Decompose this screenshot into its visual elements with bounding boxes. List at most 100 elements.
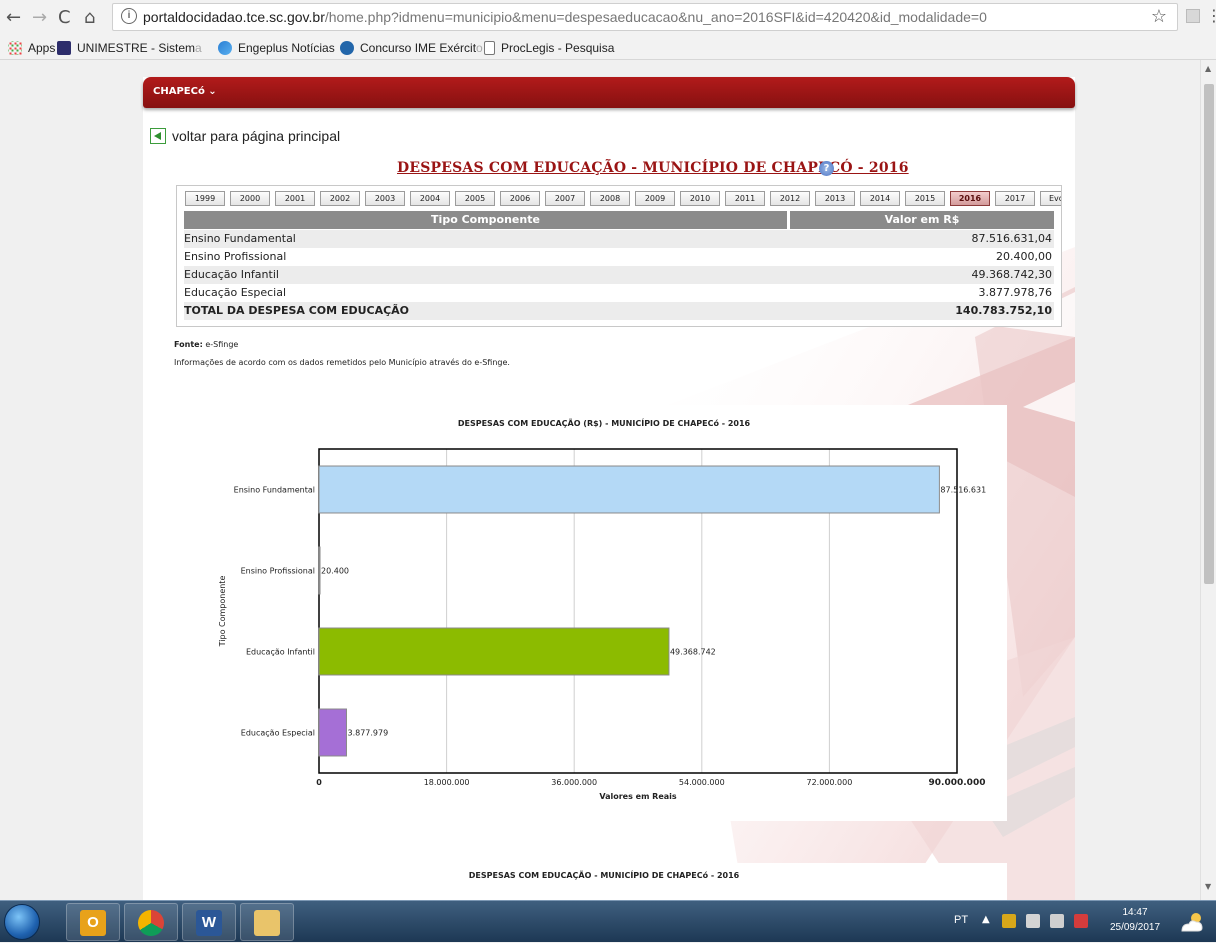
display-icon[interactable]: [1050, 914, 1064, 928]
bookmark-ime[interactable]: Concurso IME Exército: [340, 41, 483, 55]
bookmark-proclegis[interactable]: ProcLegis - Pesquisa: [484, 41, 614, 55]
year-tab-2002[interactable]: 2002: [320, 191, 360, 206]
scrollbar-thumb[interactable]: [1204, 84, 1214, 584]
year-tab-2000[interactable]: 2000: [230, 191, 270, 206]
bookmark-apps[interactable]: Apps: [8, 41, 55, 55]
bookmark-engeplus[interactable]: Engeplus Notícias: [218, 41, 335, 55]
chart-category-label: Ensino Profissional: [241, 567, 315, 576]
back-to-home-link[interactable]: voltar para página principal: [150, 128, 340, 144]
table-row: Educação Infantil 49.368.742,30: [184, 266, 1054, 284]
bookmark-label-fade: o: [476, 41, 483, 55]
cell-valor: 3.877.978,76: [978, 286, 1052, 299]
year-tab-2004[interactable]: 2004: [410, 191, 450, 206]
year-tab-2014[interactable]: 2014: [860, 191, 900, 206]
url-path: /home.php?idmenu=municipio&menu=despesae…: [324, 9, 987, 25]
start-button[interactable]: [4, 904, 40, 940]
weather-icon[interactable]: [1178, 909, 1206, 935]
network-icon[interactable]: [1002, 914, 1016, 928]
browser-menu-icon[interactable]: ⋮: [1206, 6, 1216, 25]
taskbar-chrome[interactable]: [124, 903, 178, 941]
year-tab-2015[interactable]: 2015: [905, 191, 945, 206]
action-center-icon[interactable]: [1074, 914, 1088, 928]
year-tab-2016[interactable]: 2016: [950, 191, 990, 206]
reload-icon[interactable]: C: [58, 6, 71, 30]
taskbar-file-explorer[interactable]: [240, 903, 294, 941]
year-tab-2011[interactable]: 2011: [725, 191, 765, 206]
file-explorer-icon: [254, 910, 280, 936]
year-tab-2001[interactable]: 2001: [275, 191, 315, 206]
source-value: e-Sfinge: [205, 340, 239, 349]
vertical-scrollbar[interactable]: ▲ ▼: [1200, 60, 1216, 900]
year-tab-2013[interactable]: 2013: [815, 191, 855, 206]
year-tab-2005[interactable]: 2005: [455, 191, 495, 206]
back-arrow-icon[interactable]: ←: [6, 6, 21, 30]
chart-x-tick-label: 36.000.000: [551, 778, 597, 787]
chart-x-tick-label: 18.000.000: [424, 778, 470, 787]
url-text[interactable]: portaldocidadao.tce.sc.gov.br/home.php?i…: [143, 9, 987, 25]
extension-icon[interactable]: [1186, 9, 1200, 23]
year-tab-1999[interactable]: 1999: [185, 191, 225, 206]
chrome-icon: [138, 910, 164, 936]
scroll-up-arrow-icon[interactable]: ▲: [1205, 64, 1211, 73]
page-icon: [484, 41, 495, 55]
site-info-icon[interactable]: i: [121, 8, 137, 24]
year-tab-2007[interactable]: 2007: [545, 191, 585, 206]
cell-tipo: Educação Infantil: [184, 268, 279, 281]
year-tab-2010[interactable]: 2010: [680, 191, 720, 206]
table-header: Tipo Componente Valor em R$: [184, 211, 1054, 229]
table-total-row: TOTAL DA DESPESA COM EDUCAÇÃO 140.783.75…: [184, 302, 1054, 320]
municipality-dropdown[interactable]: CHAPECó ⌄: [153, 86, 217, 97]
chart-bar[interactable]: [318, 708, 347, 757]
bookmark-label: ProcLegis - Pesquisa: [501, 41, 615, 55]
bar-chart-card: DESPESAS COM EDUCAÇÃO (R$) - MUNICÍPIO D…: [201, 405, 1007, 821]
forward-arrow-icon[interactable]: →: [32, 6, 47, 30]
year-tab-2012[interactable]: 2012: [770, 191, 810, 206]
chart-x-tick-label: 90.000.000: [929, 778, 986, 788]
volume-muted-icon[interactable]: [1026, 914, 1040, 928]
chart-x-tick-label: 72.000.000: [806, 778, 852, 787]
cell-valor: 20.400,00: [996, 250, 1052, 263]
year-tab-2009[interactable]: 2009: [635, 191, 675, 206]
year-tab-2008[interactable]: 2008: [590, 191, 630, 206]
second-chart-card: DESPESAS COM EDUCAÇÃO - MUNICÍPIO DE CHA…: [201, 863, 1007, 900]
address-bar[interactable]: i portaldocidadao.tce.sc.gov.br/home.php…: [112, 3, 1178, 31]
bookmark-unimestre[interactable]: UNIMESTRE - Sistema: [57, 41, 202, 55]
bookmark-star-icon[interactable]: ☆: [1151, 6, 1167, 27]
chart-bar[interactable]: [318, 546, 321, 595]
help-icon[interactable]: ?: [819, 161, 834, 176]
table-row: Educação Especial 3.877.978,76: [184, 284, 1054, 302]
cell-total-value: 140.783.752,10: [955, 304, 1052, 317]
show-hidden-icons-icon[interactable]: ▲: [982, 914, 990, 925]
page-viewport: CHAPECó ⌄ voltar para página principal D…: [0, 60, 1200, 900]
taskbar-word[interactable]: W: [182, 903, 236, 941]
chart-bar[interactable]: [318, 627, 670, 676]
year-tab-2017[interactable]: 2017: [995, 191, 1035, 206]
browser-toolbar: ← → C ⌂ i portaldocidadao.tce.sc.gov.br/…: [0, 0, 1216, 38]
year-tab-2006[interactable]: 2006: [500, 191, 540, 206]
chart-value-label: 87.516.631: [940, 486, 986, 495]
year-tab-2003[interactable]: 2003: [365, 191, 405, 206]
cell-valor: 87.516.631,04: [971, 232, 1052, 245]
bookmark-label: UNIMESTRE - Sistem: [77, 41, 196, 55]
chart-value-label: 49.368.742: [670, 648, 716, 657]
bar-chart: Ensino Fundamental 87.516.631 Ensino Profi…: [218, 448, 986, 801]
unimestre-icon: [57, 41, 71, 55]
back-link-label: voltar para página principal: [172, 128, 341, 144]
chart-x-axis-title: Valores em Reais: [599, 792, 677, 801]
page-container: CHAPECó ⌄ voltar para página principal D…: [143, 77, 1075, 900]
taskbar-outlook[interactable]: O: [66, 903, 120, 941]
engeplus-icon: [218, 41, 232, 55]
clock-time[interactable]: 14:47: [1110, 907, 1160, 918]
clock-date[interactable]: 25/09/2017: [1103, 922, 1167, 933]
cell-tipo: Educação Especial: [184, 286, 287, 299]
scroll-down-arrow-icon[interactable]: ▼: [1205, 882, 1211, 891]
year-tab-evolu[interactable]: Evolu: [1040, 191, 1061, 206]
ime-icon: [340, 41, 354, 55]
cell-total-label: TOTAL DA DESPESA COM EDUCAÇÃO: [184, 304, 410, 317]
cell-valor: 49.368.742,30: [971, 268, 1052, 281]
home-icon[interactable]: ⌂: [84, 6, 95, 30]
chart-bar[interactable]: [318, 465, 940, 514]
table-row: Ensino Profissional 20.400,00: [184, 248, 1054, 266]
second-chart-title: DESPESAS COM EDUCAÇÃO - MUNICÍPIO DE CHA…: [468, 871, 740, 880]
language-indicator[interactable]: PT: [954, 914, 968, 926]
